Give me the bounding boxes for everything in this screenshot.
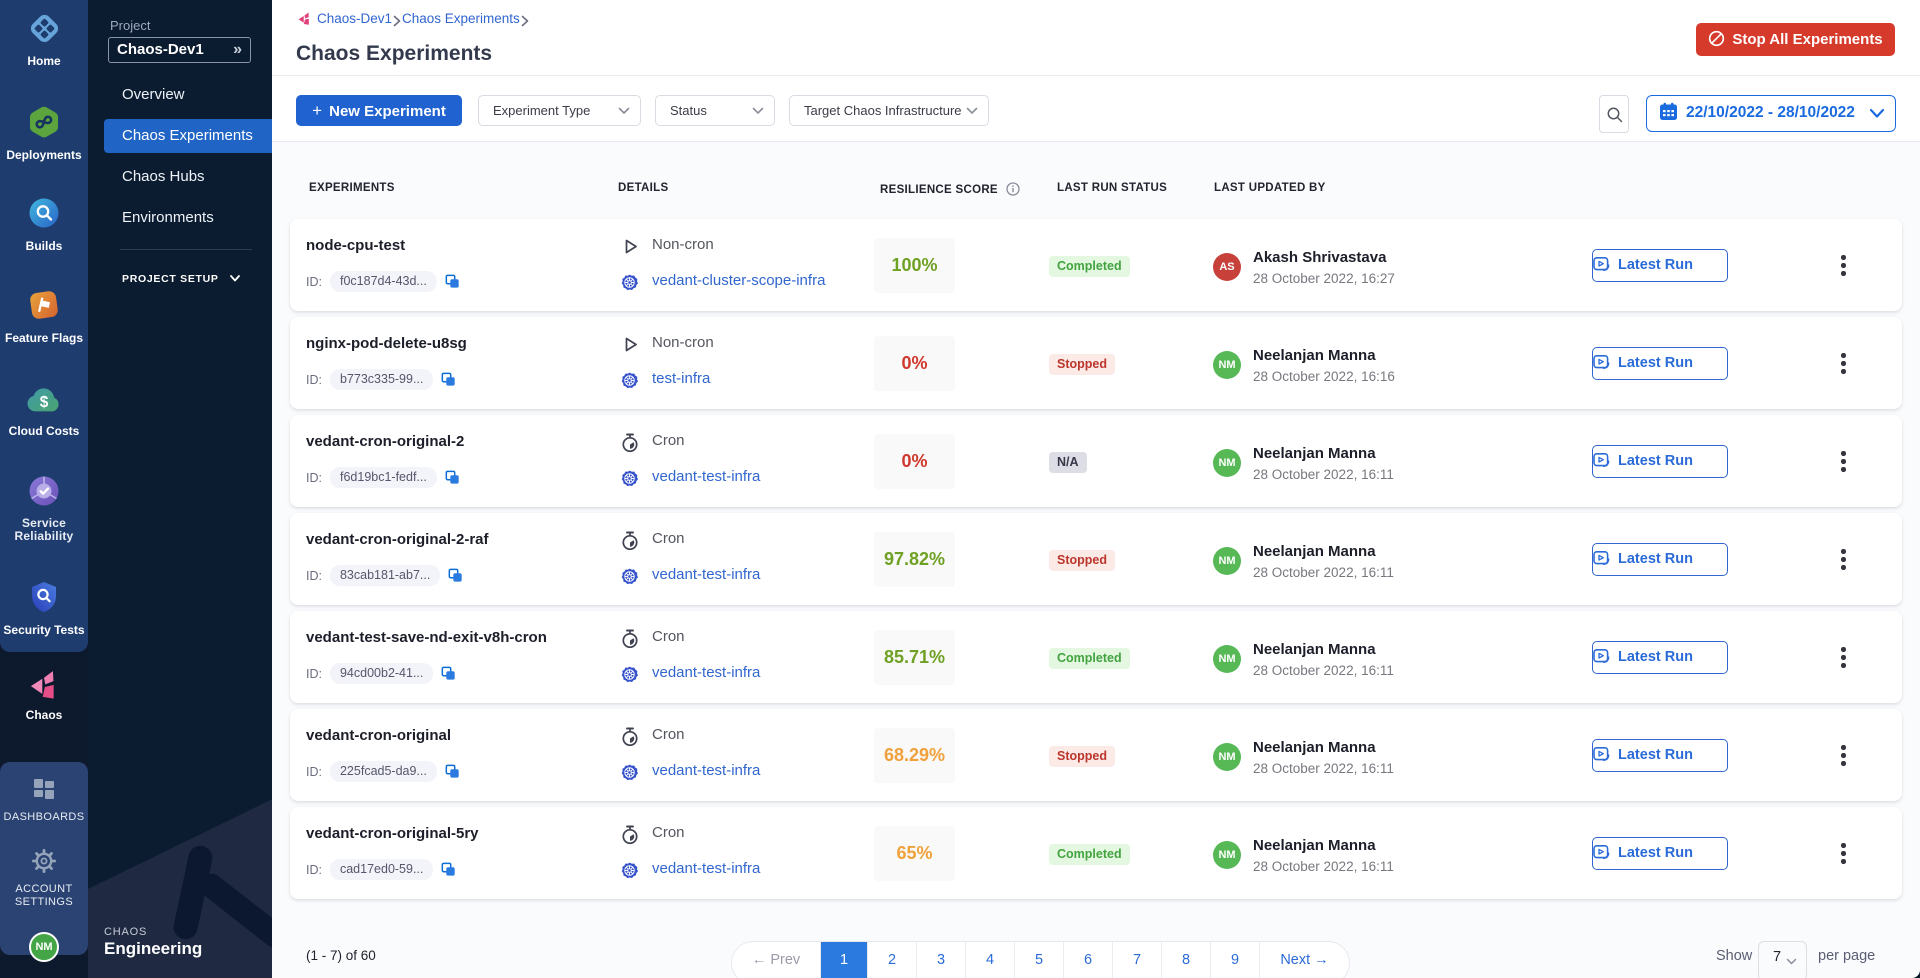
svg-text:$: $ bbox=[40, 394, 49, 411]
